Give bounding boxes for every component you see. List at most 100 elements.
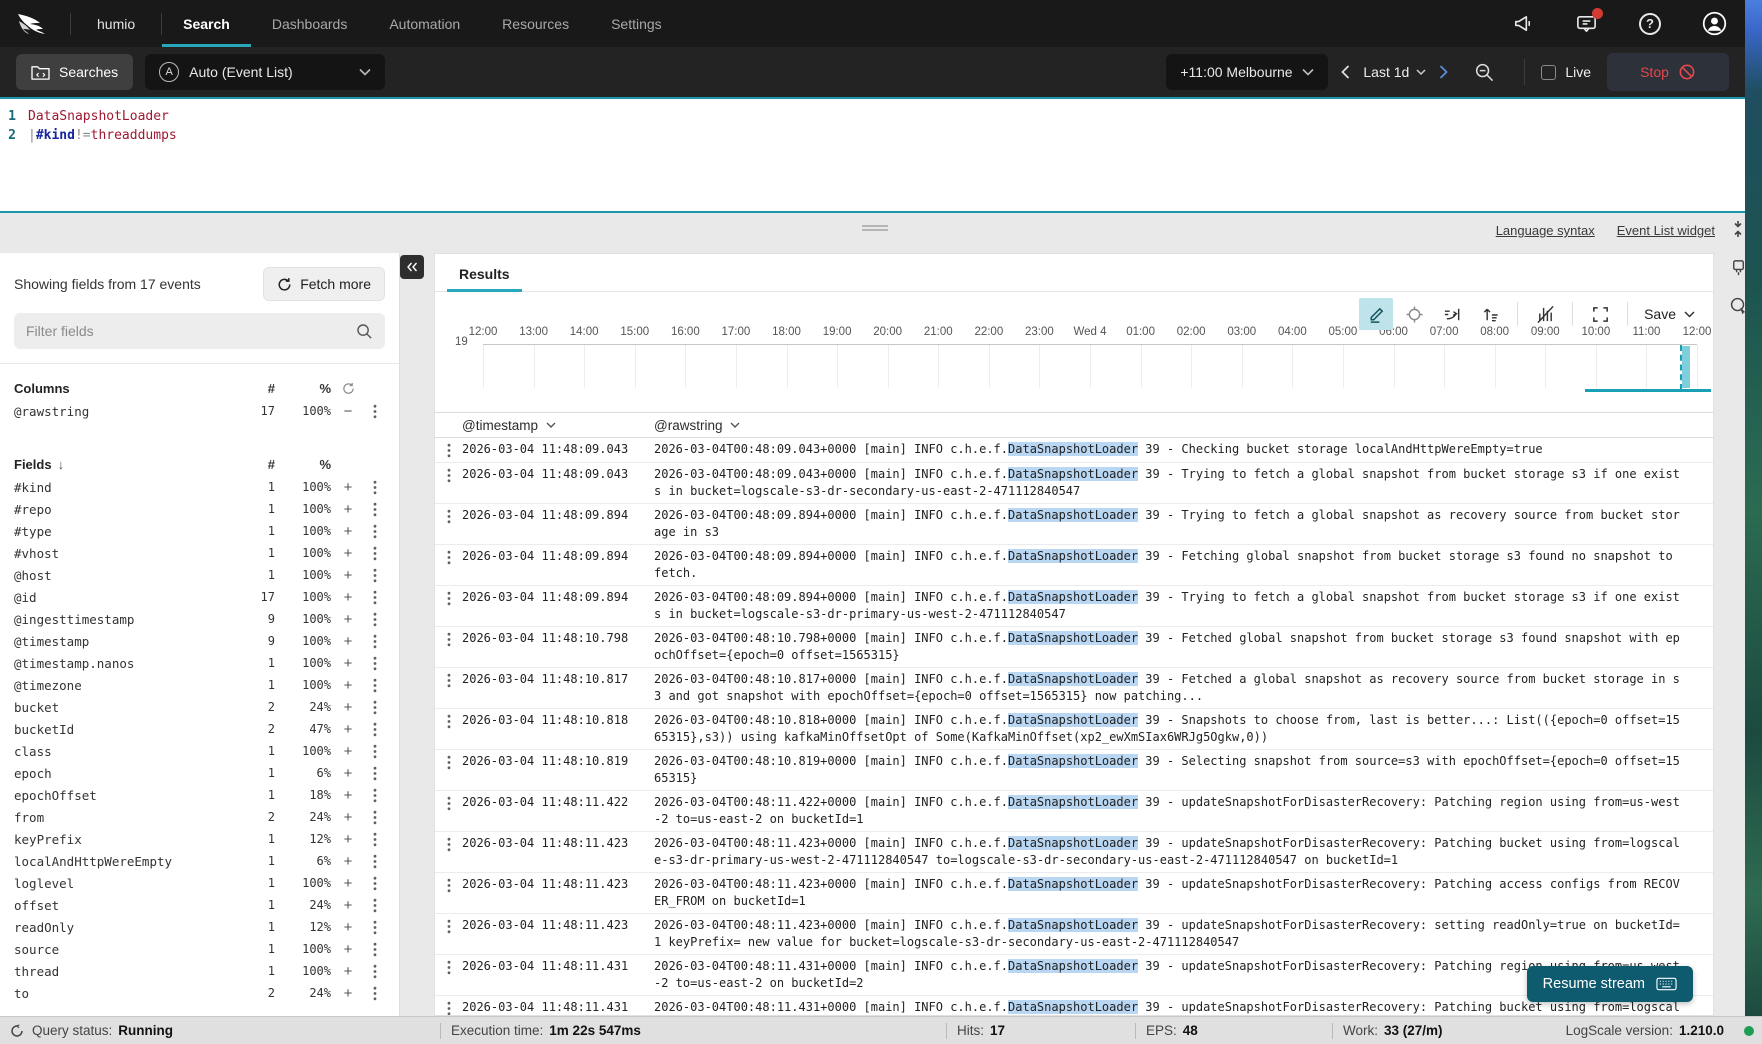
add-field-button[interactable]: + bbox=[331, 919, 365, 936]
event-menu-button[interactable] bbox=[435, 589, 462, 622]
field-row[interactable]: localAndHttpWereEmpty16%+ bbox=[14, 850, 385, 872]
field-row[interactable]: @rawstring17100%− bbox=[14, 400, 385, 422]
field-menu-button[interactable] bbox=[365, 568, 385, 583]
account-avatar-icon[interactable] bbox=[1701, 11, 1727, 37]
field-row[interactable]: bucketId247%+ bbox=[14, 718, 385, 740]
event-row[interactable]: 2026-03-04 11:48:09.0432026-03-04T00:48:… bbox=[435, 438, 1713, 463]
field-menu-button[interactable] bbox=[365, 898, 385, 913]
field-menu-button[interactable] bbox=[365, 546, 385, 561]
field-row[interactable]: epoch16%+ bbox=[14, 762, 385, 784]
rawstring-column-header[interactable]: @rawstring bbox=[654, 418, 1713, 433]
event-menu-button[interactable] bbox=[435, 876, 462, 909]
add-field-button[interactable]: + bbox=[331, 875, 365, 892]
add-field-button[interactable]: + bbox=[331, 941, 365, 958]
add-field-button[interactable]: + bbox=[331, 677, 365, 694]
field-menu-button[interactable] bbox=[365, 832, 385, 847]
field-row[interactable]: @host1100%+ bbox=[14, 564, 385, 586]
event-menu-button[interactable] bbox=[435, 712, 462, 745]
event-row[interactable]: 2026-03-04 11:48:09.8942026-03-04T00:48:… bbox=[435, 504, 1713, 545]
add-field-button[interactable]: + bbox=[331, 963, 365, 980]
field-row[interactable]: #kind1100%+ bbox=[14, 476, 385, 498]
editor-resize-handle[interactable] bbox=[862, 223, 888, 233]
event-menu-button[interactable] bbox=[435, 917, 462, 950]
searches-button[interactable]: Searches bbox=[16, 54, 133, 90]
add-field-button[interactable]: + bbox=[331, 523, 365, 540]
event-menu-button[interactable] bbox=[435, 753, 462, 786]
field-menu-button[interactable] bbox=[365, 678, 385, 693]
field-row[interactable]: source1100%+ bbox=[14, 938, 385, 960]
add-field-button[interactable]: + bbox=[331, 853, 365, 870]
event-menu-button[interactable] bbox=[435, 548, 462, 581]
add-field-button[interactable]: + bbox=[331, 897, 365, 914]
time-back-button[interactable] bbox=[1328, 65, 1363, 79]
field-row[interactable]: #repo1100%+ bbox=[14, 498, 385, 520]
event-row[interactable]: 2026-03-04 11:48:11.4222026-03-04T00:48:… bbox=[435, 791, 1713, 832]
field-row[interactable]: @id17100%+ bbox=[14, 586, 385, 608]
field-menu-button[interactable] bbox=[365, 590, 385, 605]
field-row[interactable]: @timestamp.nanos1100%+ bbox=[14, 652, 385, 674]
save-dropdown[interactable]: Save bbox=[1638, 306, 1701, 322]
field-row[interactable]: @timezone1100%+ bbox=[14, 674, 385, 696]
announcements-icon[interactable] bbox=[1509, 11, 1535, 37]
event-menu-button[interactable] bbox=[435, 630, 462, 663]
field-row[interactable]: @ingesttimestamp9100%+ bbox=[14, 608, 385, 630]
event-menu-button[interactable] bbox=[435, 999, 462, 1015]
add-field-button[interactable]: + bbox=[331, 567, 365, 584]
field-menu-button[interactable] bbox=[365, 502, 385, 517]
time-forward-button[interactable] bbox=[1426, 65, 1461, 79]
add-field-button[interactable]: + bbox=[331, 479, 365, 496]
event-menu-button[interactable] bbox=[435, 958, 462, 991]
event-row[interactable]: 2026-03-04 11:48:11.4232026-03-04T00:48:… bbox=[435, 832, 1713, 873]
field-menu-button[interactable] bbox=[365, 656, 385, 671]
add-field-button[interactable]: + bbox=[331, 633, 365, 650]
event-menu-button[interactable] bbox=[435, 466, 462, 499]
event-row[interactable]: 2026-03-04 11:48:10.8172026-03-04T00:48:… bbox=[435, 668, 1713, 709]
add-field-button[interactable]: + bbox=[331, 985, 365, 1002]
field-menu-button[interactable] bbox=[365, 942, 385, 957]
hide-chart-button[interactable] bbox=[1528, 298, 1562, 330]
crosshair-tool-button[interactable] bbox=[1397, 298, 1431, 330]
event-row[interactable]: 2026-03-04 11:48:09.8942026-03-04T00:48:… bbox=[435, 586, 1713, 627]
field-menu-button[interactable] bbox=[365, 920, 385, 935]
event-row[interactable]: 2026-03-04 11:48:10.8192026-03-04T00:48:… bbox=[435, 750, 1713, 791]
sort-order-button[interactable] bbox=[1473, 298, 1507, 330]
field-row[interactable]: bucket224%+ bbox=[14, 696, 385, 718]
jump-to-latest-button[interactable] bbox=[1435, 298, 1469, 330]
nav-tab-search[interactable]: Search bbox=[162, 0, 251, 47]
language-syntax-link[interactable]: Language syntax bbox=[1496, 223, 1595, 238]
timeline-chart[interactable]: Save 19 12:0013:0014:0015:0016:0017:0018… bbox=[435, 292, 1713, 412]
field-menu-button[interactable] bbox=[365, 788, 385, 803]
fetch-more-button[interactable]: Fetch more bbox=[263, 267, 385, 301]
field-row[interactable]: from224%+ bbox=[14, 806, 385, 828]
timezone-dropdown[interactable]: +11:00 Melbourne bbox=[1166, 54, 1328, 90]
field-row[interactable]: offset124%+ bbox=[14, 894, 385, 916]
event-row[interactable]: 2026-03-04 11:48:11.4232026-03-04T00:48:… bbox=[435, 914, 1713, 955]
event-row[interactable]: 2026-03-04 11:48:10.7982026-03-04T00:48:… bbox=[435, 627, 1713, 668]
add-field-button[interactable]: + bbox=[331, 589, 365, 606]
field-row[interactable]: keyPrefix112%+ bbox=[14, 828, 385, 850]
field-menu-button[interactable] bbox=[365, 854, 385, 869]
nav-tab-settings[interactable]: Settings bbox=[590, 0, 683, 47]
field-menu-button[interactable] bbox=[365, 524, 385, 539]
field-row[interactable]: #type1100%+ bbox=[14, 520, 385, 542]
stop-button[interactable]: Stop bbox=[1607, 53, 1729, 91]
filter-fields-input[interactable]: Filter fields bbox=[14, 313, 385, 349]
add-field-button[interactable]: + bbox=[331, 655, 365, 672]
remove-field-button[interactable]: − bbox=[331, 403, 365, 420]
field-row[interactable]: to224%+ bbox=[14, 982, 385, 1004]
timestamp-column-header[interactable]: @timestamp bbox=[462, 418, 654, 433]
nav-tab-dashboards[interactable]: Dashboards bbox=[251, 0, 369, 47]
event-list-widget-link[interactable]: Event List widget bbox=[1617, 223, 1715, 238]
field-menu-button[interactable] bbox=[365, 722, 385, 737]
collapse-sidebar-button[interactable] bbox=[400, 255, 424, 279]
timeline-plot[interactable]: 12:0013:0014:0015:0016:0017:0018:0019:00… bbox=[483, 344, 1697, 388]
add-field-button[interactable]: + bbox=[331, 809, 365, 826]
field-menu-button[interactable] bbox=[365, 480, 385, 495]
event-row[interactable]: 2026-03-04 11:48:11.4312026-03-04T00:48:… bbox=[435, 955, 1713, 996]
nav-tab-resources[interactable]: Resources bbox=[481, 0, 590, 47]
event-menu-button[interactable] bbox=[435, 507, 462, 540]
field-row[interactable]: @timestamp9100%+ bbox=[14, 630, 385, 652]
field-menu-button[interactable] bbox=[365, 404, 385, 419]
add-field-button[interactable]: + bbox=[331, 699, 365, 716]
event-menu-button[interactable] bbox=[435, 835, 462, 868]
